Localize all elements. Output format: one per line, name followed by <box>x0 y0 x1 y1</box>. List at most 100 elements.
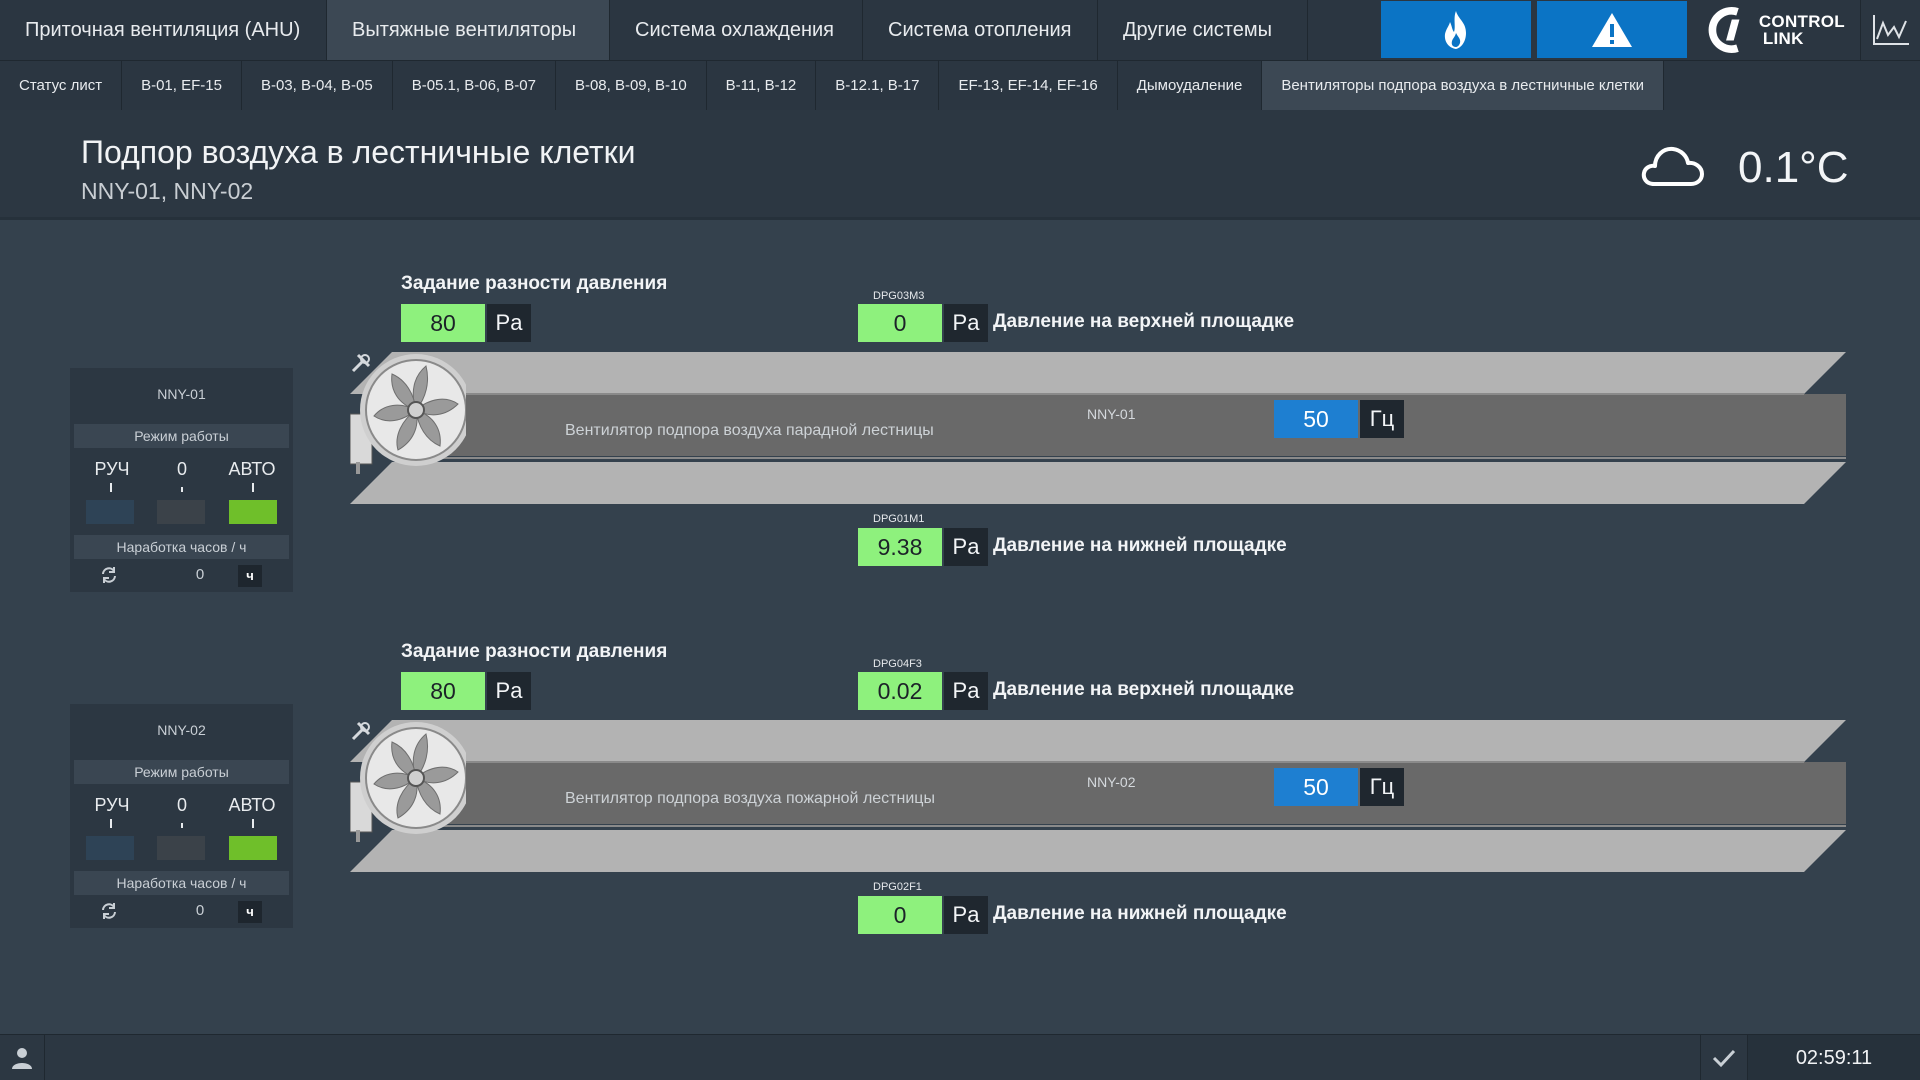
tab-heating-system[interactable]: Система отопления <box>863 0 1098 60</box>
mode-off-button[interactable] <box>157 836 205 860</box>
lower-pressure-unit: Pa <box>944 528 988 566</box>
upper-sensor-tag: DPG04F3 <box>873 658 922 670</box>
subtab-b11-b12[interactable]: B-11, B-12 <box>707 61 817 110</box>
mode-tick-manual <box>110 819 112 828</box>
cloud-icon <box>1641 146 1704 186</box>
page-header: Подпор воздуха в лестничные клетки NNY-0… <box>0 110 1920 220</box>
trend-chart-icon <box>1872 15 1909 45</box>
control-link-logo-mark <box>1708 7 1740 53</box>
lower-sensor-tag: DPG01M1 <box>873 513 925 525</box>
flame-icon <box>1444 10 1466 49</box>
frequency-value[interactable]: 50 <box>1274 768 1358 806</box>
mode-tick-off <box>181 823 183 828</box>
frequency-value[interactable]: 50 <box>1274 400 1358 438</box>
tab-other-systems[interactable]: Другие системы <box>1098 0 1308 60</box>
subtab-ef13-ef16[interactable]: EF-13, EF-14, EF-16 <box>939 61 1118 110</box>
tab-cooling-system[interactable]: Система охлаждения <box>610 0 863 60</box>
upper-pressure-value: 0 <box>858 304 942 342</box>
lower-pressure-value: 0 <box>858 896 942 934</box>
setpoint-value[interactable]: 80 <box>401 672 485 710</box>
acknowledge-button[interactable] <box>1700 1035 1748 1080</box>
duct-description: Вентилятор подпора воздуха парадной лест… <box>565 422 934 439</box>
frequency-unit: Гц <box>1360 400 1404 438</box>
unit-name: NNY-02 <box>157 722 206 738</box>
upper-pressure-unit: Pa <box>944 672 988 710</box>
frequency-unit: Гц <box>1360 768 1404 806</box>
lower-pressure-label: Давление на нижней площадке <box>993 903 1287 924</box>
subtab-b121-b17[interactable]: B-12.1, B-17 <box>816 61 940 110</box>
logo-text: CONTROL LINK <box>1759 13 1845 47</box>
reset-icon[interactable] <box>100 901 118 921</box>
warning-alarm-button[interactable] <box>1537 1 1687 58</box>
logo-line-2: LINK <box>1762 29 1804 48</box>
lower-pressure-unit: Pa <box>944 896 988 934</box>
warning-icon <box>1592 12 1632 47</box>
fan-tag: NNY-01 <box>1087 406 1136 422</box>
lower-pressure-value: 9.38 <box>858 528 942 566</box>
duct-nny-01: Вентилятор подпора воздуха парадной лест… <box>350 352 1846 507</box>
clock: 02:59:11 <box>1748 1035 1920 1080</box>
mode-label-auto: АВТО <box>228 459 276 479</box>
mode-tick-auto <box>252 819 254 828</box>
subtab-status-list[interactable]: Статус лист <box>0 61 123 110</box>
mode-tick-off <box>181 487 183 492</box>
setpoint-unit: Pa <box>487 672 531 710</box>
trends-button[interactable] <box>1860 0 1920 60</box>
status-bar: 02:59:11 <box>0 1034 1920 1080</box>
setpoint-label: Задание разности давления <box>401 273 668 294</box>
hours-value: 0 <box>195 566 205 583</box>
subtab-b01-ef15[interactable]: B-01, EF-15 <box>122 61 242 110</box>
user-button[interactable] <box>0 1035 45 1080</box>
mode-off-button[interactable] <box>157 500 205 524</box>
mode-manual-button[interactable] <box>86 836 134 860</box>
fan-tag: NNY-02 <box>1087 774 1136 790</box>
checkmark-icon <box>1712 1049 1736 1068</box>
subtab-b08-b10[interactable]: B-08, B-09, B-10 <box>556 61 707 110</box>
mode-tick-auto <box>252 483 254 492</box>
subtab-stair-pressurization[interactable]: Вентиляторы подпора воздуха в лестничные… <box>1262 61 1665 110</box>
fan-icon[interactable] <box>350 720 466 846</box>
user-icon <box>12 1048 32 1069</box>
mode-label-manual: РУЧ <box>94 459 130 479</box>
mode-tick-manual <box>110 483 112 492</box>
fan-icon[interactable] <box>350 352 466 478</box>
setpoint-label: Задание разности давления <box>401 641 668 662</box>
subtab-b051-b07[interactable]: B-05.1, B-06, B-07 <box>393 61 556 110</box>
hours-title: Наработка часов / ч <box>74 535 289 559</box>
mode-auto-button[interactable] <box>229 836 277 860</box>
sub-navigation: Статус лист B-01, EF-15 B-03, B-04, B-05… <box>0 60 1920 110</box>
unit-name: NNY-01 <box>157 386 206 402</box>
reset-icon[interactable] <box>100 565 118 585</box>
unit-panel-nny-01: NNY-01 Режим работы РУЧ 0 АВТО Наработка… <box>70 368 293 592</box>
mode-label-manual: РУЧ <box>94 795 130 815</box>
mode-label-off: 0 <box>176 795 187 815</box>
tab-supply-ventilation[interactable]: Приточная вентиляция (AHU) <box>0 0 327 60</box>
unit-panel-nny-02: NNY-02 Режим работы РУЧ 0 АВТО Наработка… <box>70 704 293 928</box>
outdoor-temperature: 0.1°C <box>1738 143 1849 192</box>
mode-manual-button[interactable] <box>86 500 134 524</box>
lower-pressure-label: Давление на нижней площадке <box>993 535 1287 556</box>
tab-exhaust-fans[interactable]: Вытяжные вентиляторы <box>327 0 610 60</box>
mode-title: Режим работы <box>74 760 289 784</box>
mode-label-auto: АВТО <box>228 795 276 815</box>
subtab-smoke-exhaust[interactable]: Дымоудаление <box>1118 61 1263 110</box>
subtab-b03-b05[interactable]: B-03, B-04, B-05 <box>242 61 393 110</box>
fire-alarm-button[interactable] <box>1381 1 1531 58</box>
setpoint-unit: Pa <box>487 304 531 342</box>
upper-pressure-value: 0.02 <box>858 672 942 710</box>
upper-sensor-tag: DPG03M3 <box>873 290 925 302</box>
hours-unit: ч <box>238 901 262 923</box>
lower-sensor-tag: DPG02F1 <box>873 881 922 893</box>
mode-auto-button[interactable] <box>229 500 277 524</box>
hours-unit: ч <box>238 565 262 587</box>
mode-title: Режим работы <box>74 424 289 448</box>
upper-pressure-label: Давление на верхней площадке <box>993 311 1295 332</box>
setpoint-value[interactable]: 80 <box>401 304 485 342</box>
logo-line-1: CONTROL <box>1758 12 1845 31</box>
duct-nny-02: Вентилятор подпора воздуха пожарной лест… <box>350 720 1846 875</box>
hours-title: Наработка часов / ч <box>74 871 289 895</box>
upper-pressure-unit: Pa <box>944 304 988 342</box>
page-title: Подпор воздуха в лестничные клетки <box>81 134 636 170</box>
duct-description: Вентилятор подпора воздуха пожарной лест… <box>565 790 935 807</box>
mode-label-off: 0 <box>176 459 187 479</box>
